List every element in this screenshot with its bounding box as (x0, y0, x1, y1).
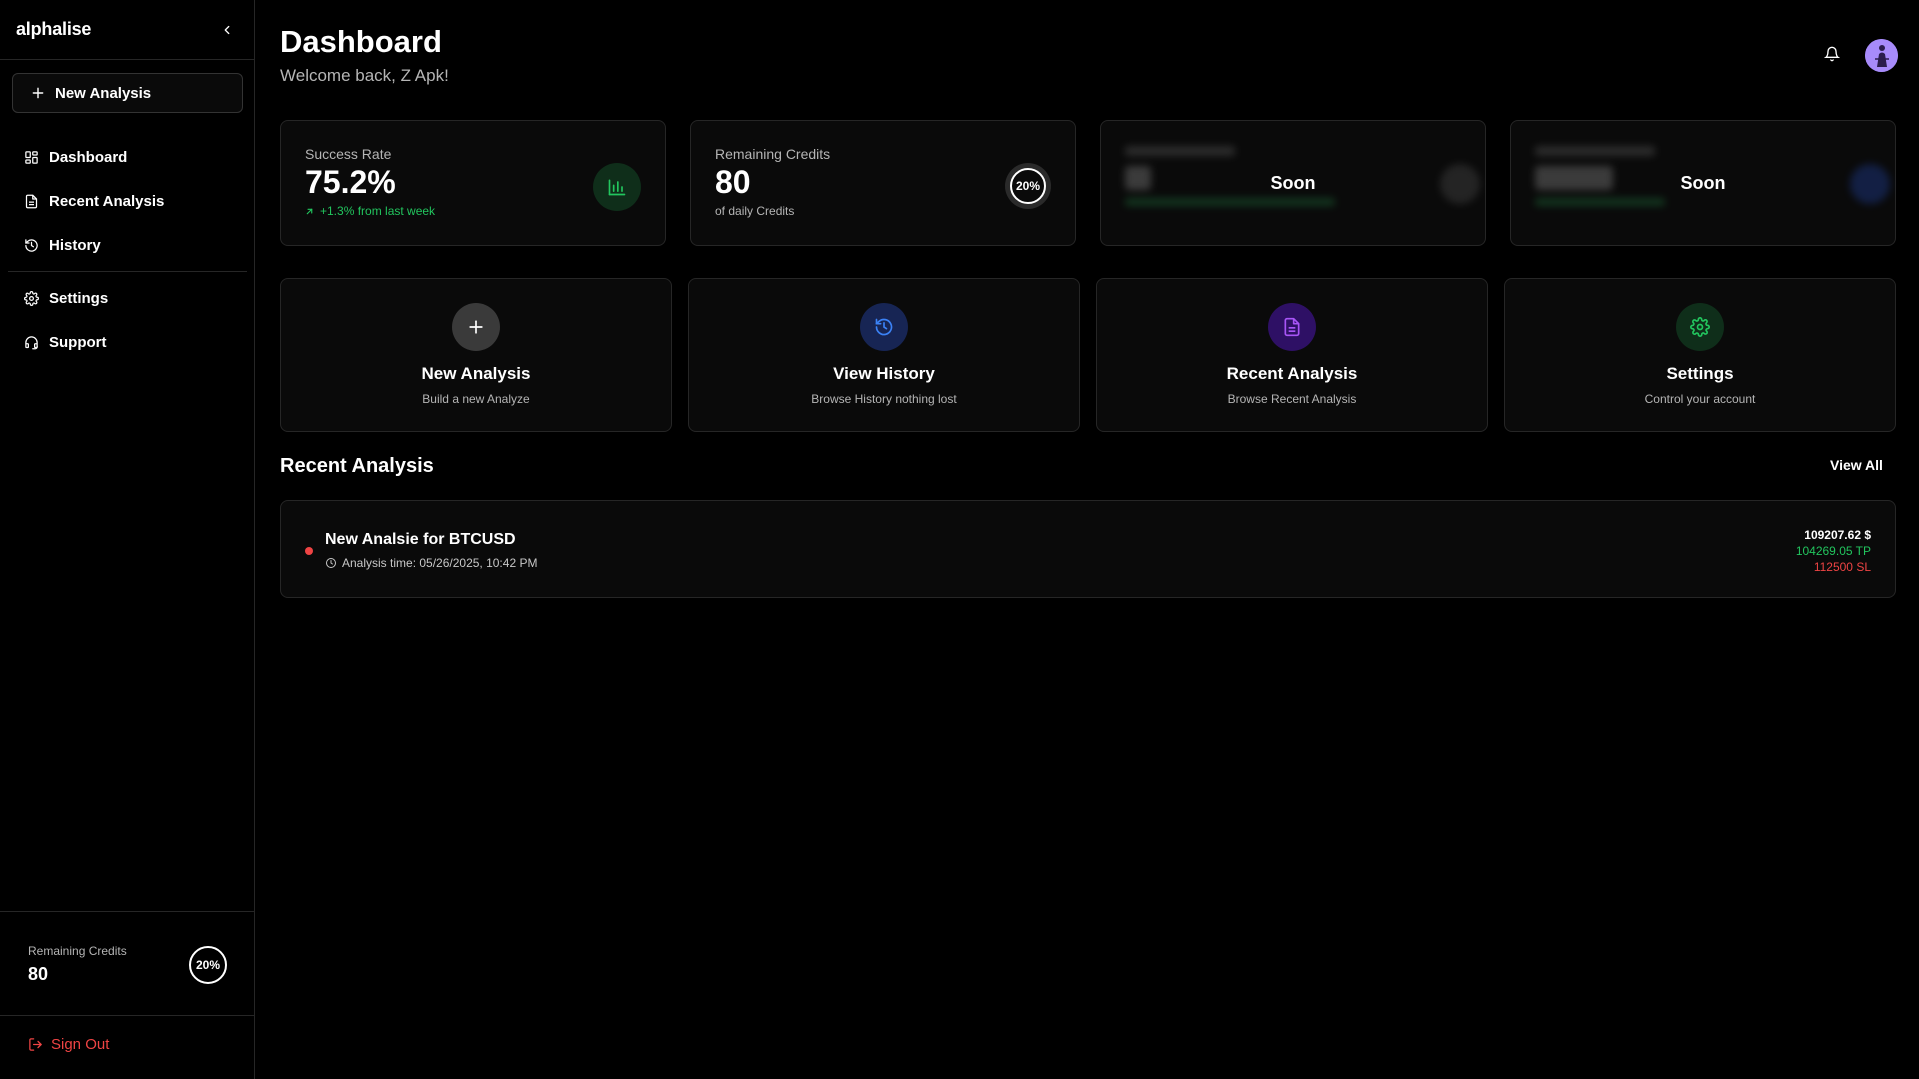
action-title: Recent Analysis (1226, 364, 1358, 383)
stop-loss: 112500 SL (1813, 560, 1871, 574)
recent-analysis-heading: Recent Analysis (280, 455, 434, 477)
plus-icon (32, 87, 44, 99)
sidebar-item-label: History (49, 236, 101, 254)
stat-card-coming-soon-1: Soon (1100, 120, 1486, 246)
action-icon-wrap (860, 303, 908, 351)
sidebar-nav: Dashboard Recent Analysis History Settin… (0, 135, 255, 364)
view-all-link[interactable]: View All (1830, 457, 1883, 473)
sign-out-button[interactable]: Sign Out (28, 1036, 109, 1053)
page-subtitle: Welcome back, Z Apk! (280, 66, 449, 85)
new-analysis-button[interactable]: New Analysis (12, 73, 243, 113)
logout-icon (29, 1038, 42, 1051)
action-title: View History (833, 364, 935, 383)
stat-icon-wrap (593, 163, 641, 211)
analysis-time-text: Analysis time: 05/26/2025, 10:42 PM (342, 556, 538, 570)
grid-icon (25, 150, 38, 164)
coming-soon-label: Soon (1270, 172, 1316, 193)
sign-out-label: Sign Out (51, 1036, 110, 1053)
sidebar-item-history[interactable]: History (0, 223, 255, 267)
file-icon (25, 194, 38, 208)
bell-icon (1823, 46, 1841, 62)
action-title: New Analysis (421, 364, 531, 383)
action-subtitle: Build a new Analyze (422, 392, 530, 406)
take-profit: 104269.05 TP (1795, 544, 1871, 558)
user-avatar[interactable] (1865, 39, 1898, 72)
analysis-prices: 109207.62 $ 104269.05 TP 112500 SL (1796, 527, 1871, 575)
credits-ring: 20% (1005, 163, 1051, 209)
action-icon-wrap (1676, 303, 1724, 351)
analysis-time: Analysis time: 05/26/2025, 10:42 PM (325, 556, 537, 570)
notifications-button[interactable] (1823, 45, 1842, 65)
avatar-image (1865, 39, 1898, 72)
headset-icon (25, 335, 38, 349)
gear-icon (1690, 317, 1710, 337)
plus-icon (469, 320, 483, 334)
sidebar-credits: Remaining Credits 80 20% (0, 911, 255, 1016)
entry-price: 109207.62 $ (1804, 528, 1871, 542)
analysis-title: New Analsie for BTCUSD (325, 531, 516, 548)
stat-card-coming-soon-2: Soon (1510, 120, 1896, 246)
sidebar-item-recent-analysis[interactable]: Recent Analysis (0, 179, 255, 223)
gear-icon (24, 290, 39, 306)
stat-label: Remaining Credits (715, 146, 831, 162)
sidebar-item-support[interactable]: Support (0, 320, 255, 364)
sidebar-item-label: Support (49, 333, 107, 351)
chevron-left-icon (224, 25, 230, 34)
stat-note: of daily Credits (715, 204, 795, 218)
action-card-view-history[interactable]: View History Browse History nothing lost (688, 278, 1080, 432)
sidebar: alphalise New Analysis Dashboard Recent … (0, 0, 255, 1079)
sidebar-item-dashboard[interactable]: Dashboard (0, 135, 255, 179)
action-card-settings[interactable]: Settings Control your account (1504, 278, 1896, 432)
page-title: Dashboard (280, 24, 442, 59)
status-dot (305, 547, 313, 555)
action-card-recent-analysis[interactable]: Recent Analysis Browse Recent Analysis (1096, 278, 1488, 432)
stat-label: Success Rate (305, 146, 392, 162)
history-icon (25, 238, 38, 252)
trend-up-icon (306, 208, 313, 214)
new-analysis-label: New Analysis (55, 84, 152, 102)
brand-row: alphalise (0, 0, 254, 60)
stat-value: 75.2% (305, 164, 396, 200)
list-item[interactable]: New Analsie for BTCUSD Analysis time: 05… (280, 500, 1896, 598)
action-title: Settings (1666, 364, 1734, 383)
action-subtitle: Browse History nothing lost (811, 392, 957, 406)
stat-card-success-rate: Success Rate 75.2% +1.3% from last week (280, 120, 666, 246)
action-subtitle: Control your account (1644, 392, 1756, 406)
bar-chart-icon (608, 179, 626, 196)
file-icon (1284, 317, 1300, 337)
nav-divider (8, 271, 247, 272)
action-icon-wrap (452, 303, 500, 351)
stat-trend: +1.3% from last week (305, 204, 641, 218)
stat-value: 80 (715, 164, 751, 200)
coming-soon-label: Soon (1680, 172, 1726, 193)
action-card-new-analysis[interactable]: New Analysis Build a new Analyze (280, 278, 672, 432)
stat-note-text: +1.3% from last week (320, 204, 436, 218)
stat-card-remaining-credits: Remaining Credits 80 of daily Credits 20… (690, 120, 1076, 246)
clock-icon (326, 558, 336, 568)
collapse-sidebar-button[interactable] (216, 19, 238, 41)
sidebar-item-settings[interactable]: Settings (0, 276, 255, 320)
action-subtitle: Browse Recent Analysis (1227, 392, 1357, 406)
action-icon-wrap (1268, 303, 1316, 351)
history-icon (875, 318, 893, 336)
sidebar-item-label: Recent Analysis (49, 192, 165, 210)
sidebar-item-label: Dashboard (49, 148, 128, 166)
credits-percent-ring: 20% (189, 946, 227, 984)
sidebar-item-label: Settings (49, 289, 109, 307)
brand-logo: alphalise (16, 19, 92, 39)
credits-ring-percent: 20% (1010, 168, 1046, 204)
